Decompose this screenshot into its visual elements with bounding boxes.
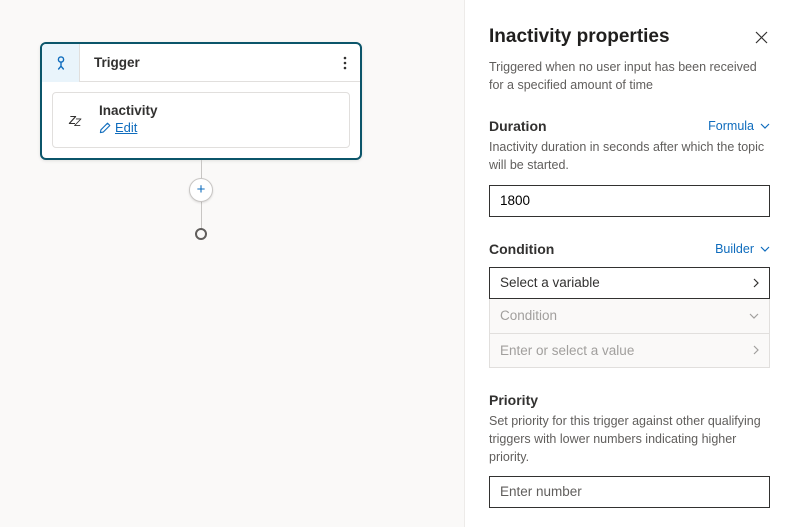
condition-value-selector[interactable]: Enter or select a value: [490, 333, 769, 367]
trigger-icon: [42, 44, 80, 82]
duration-mode-toggle[interactable]: Formula: [708, 119, 770, 133]
panel-title: Inactivity properties: [489, 26, 670, 48]
properties-panel: Inactivity properties Triggered when no …: [464, 0, 794, 527]
condition-stack: Condition Enter or select a value: [489, 299, 770, 368]
condition-mode-toggle[interactable]: Builder: [715, 242, 770, 256]
add-node-button[interactable]: +: [189, 178, 213, 202]
close-button[interactable]: [752, 28, 770, 46]
close-icon: [755, 31, 768, 44]
duration-mode-label: Formula: [708, 119, 754, 133]
edit-link[interactable]: Edit: [99, 120, 137, 135]
duration-help: Inactivity duration in seconds after whi…: [489, 138, 770, 174]
condition-label: Condition: [489, 241, 554, 257]
condition-mode-label: Builder: [715, 242, 754, 256]
canvas-area: Trigger zZ Inactivity Edit +: [0, 0, 464, 527]
condition-operator-selector[interactable]: Condition: [490, 299, 769, 333]
value-placeholder: Enter or select a value: [500, 343, 634, 358]
sleep-icon: zZ: [61, 111, 87, 128]
condition-section: Condition Builder Select a variable Cond…: [489, 241, 770, 368]
more-menu-button[interactable]: [330, 56, 360, 70]
duration-section: Duration Formula Inactivity duration in …: [489, 118, 770, 216]
chevron-down-icon: [760, 246, 770, 252]
node-body: zZ Inactivity Edit: [42, 82, 360, 158]
condition-placeholder: Condition: [500, 308, 557, 323]
priority-input[interactable]: [489, 476, 770, 508]
edit-icon: [99, 122, 111, 134]
chevron-right-icon: [753, 278, 759, 288]
priority-help: Set priority for this trigger against ot…: [489, 412, 770, 466]
variable-selector[interactable]: Select a variable: [489, 267, 770, 299]
edit-link-label: Edit: [115, 120, 137, 135]
subnode-title: Inactivity: [99, 103, 341, 118]
duration-label: Duration: [489, 118, 547, 134]
end-indicator: [195, 228, 207, 240]
priority-label: Priority: [489, 392, 770, 408]
chevron-down-icon: [749, 313, 759, 319]
inactivity-subnode[interactable]: zZ Inactivity Edit: [52, 92, 350, 148]
chevron-down-icon: [760, 123, 770, 129]
duration-input[interactable]: [489, 185, 770, 217]
node-title: Trigger: [80, 55, 330, 70]
node-header: Trigger: [42, 44, 360, 82]
panel-description: Triggered when no user input has been re…: [489, 58, 770, 94]
chevron-right-icon: [753, 345, 759, 355]
connector: +: [40, 160, 362, 240]
trigger-node[interactable]: Trigger zZ Inactivity Edit: [40, 42, 362, 160]
variable-placeholder: Select a variable: [500, 275, 600, 290]
priority-section: Priority Set priority for this trigger a…: [489, 392, 770, 508]
